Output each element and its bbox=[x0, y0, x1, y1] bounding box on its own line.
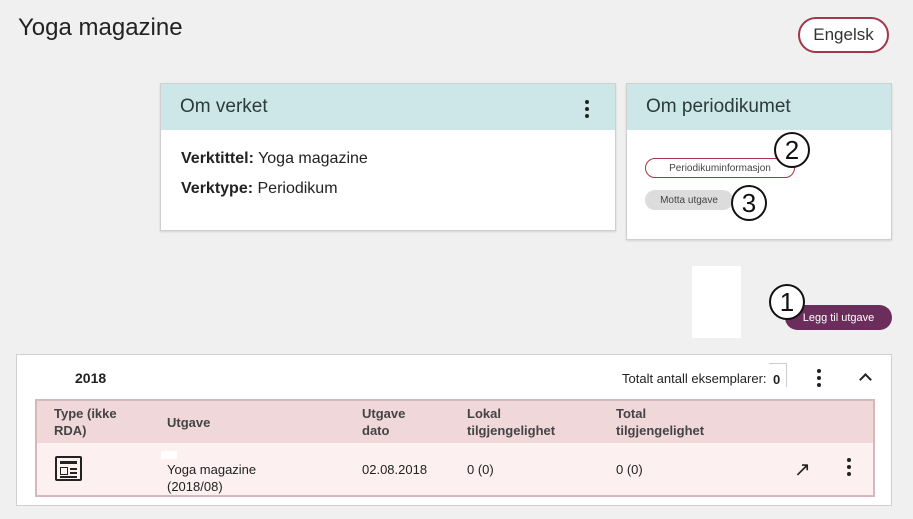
blank-thumbnail bbox=[161, 451, 177, 459]
annotation-marker-2: 2 bbox=[774, 132, 810, 168]
field-row: Verktittel: Yoga magazine bbox=[181, 150, 595, 168]
cell-dato: 02.08.2018 bbox=[362, 462, 428, 477]
issues-table: Type (ikke RDA) Utgave Utgave dato Lokal ti… bbox=[35, 399, 875, 497]
year-label: 2018 bbox=[75, 370, 107, 386]
total-copies-label: Totalt antall eksemplarer: bbox=[622, 371, 767, 386]
periodikuminformasjon-button[interactable]: Periodikuminformasjon bbox=[645, 158, 795, 178]
chevron-up-icon[interactable] bbox=[859, 373, 872, 386]
annotation-marker-3: 3 bbox=[731, 185, 767, 221]
table-header: Type (ikke RDA) Utgave Utgave dato Lokal ti… bbox=[37, 401, 873, 443]
kebab-menu-icon[interactable] bbox=[847, 458, 851, 476]
kebab-menu-icon[interactable] bbox=[585, 100, 589, 118]
language-button[interactable]: Engelsk bbox=[798, 17, 889, 53]
kebab-menu-icon[interactable] bbox=[817, 369, 821, 387]
total-copies-value: 0 bbox=[769, 363, 787, 387]
field-value: Yoga magazine bbox=[258, 150, 368, 167]
column-header-dato: Utgave dato bbox=[362, 406, 406, 438]
blank-panel bbox=[692, 266, 741, 338]
field-label: Verktype: bbox=[181, 180, 254, 197]
om-verket-card: Om verket Verktittel: Yoga magazine Verk… bbox=[160, 83, 616, 231]
table-row[interactable]: Yoga magazine (2018/08) 02.08.2018 0 (0) … bbox=[37, 443, 873, 495]
om-periodikumet-card: Om periodikumet Periodikuminformasjon Mo… bbox=[626, 83, 892, 240]
column-header-lokal: Lokal tilgjengelighet bbox=[467, 406, 556, 438]
om-verket-title: Om verket bbox=[180, 96, 268, 117]
column-header-type: Type (ikke RDA) bbox=[54, 406, 117, 438]
newspaper-icon bbox=[55, 456, 82, 481]
column-header-total: Total tilgjengelighet bbox=[616, 406, 705, 438]
om-periodikumet-title: Om periodikumet bbox=[646, 96, 791, 117]
cell-lokal: 0 (0) bbox=[467, 462, 494, 477]
field-row: Verktype: Periodikum bbox=[181, 180, 595, 198]
year-panel: 2018 Totalt antall eksemplarer: 0 Type (… bbox=[16, 354, 892, 506]
open-external-arrow-icon[interactable]: ↗ bbox=[794, 457, 811, 482]
cell-total: 0 (0) bbox=[616, 462, 643, 477]
field-value: Periodikum bbox=[257, 180, 338, 197]
motta-utgave-button[interactable]: Motta utgave bbox=[645, 190, 733, 210]
column-header-utgave: Utgave bbox=[167, 415, 211, 430]
cell-utgave: Yoga magazine (2018/08) bbox=[167, 462, 257, 494]
om-verket-fields: Verktittel: Yoga magazine Verktype: Peri… bbox=[161, 130, 615, 198]
om-periodikumet-header: Om periodikumet bbox=[627, 84, 891, 130]
field-label: Verktittel: bbox=[181, 150, 254, 167]
annotation-marker-1: 1 bbox=[769, 284, 805, 320]
om-verket-header: Om verket bbox=[161, 84, 615, 130]
page-title: Yoga magazine bbox=[18, 14, 183, 41]
